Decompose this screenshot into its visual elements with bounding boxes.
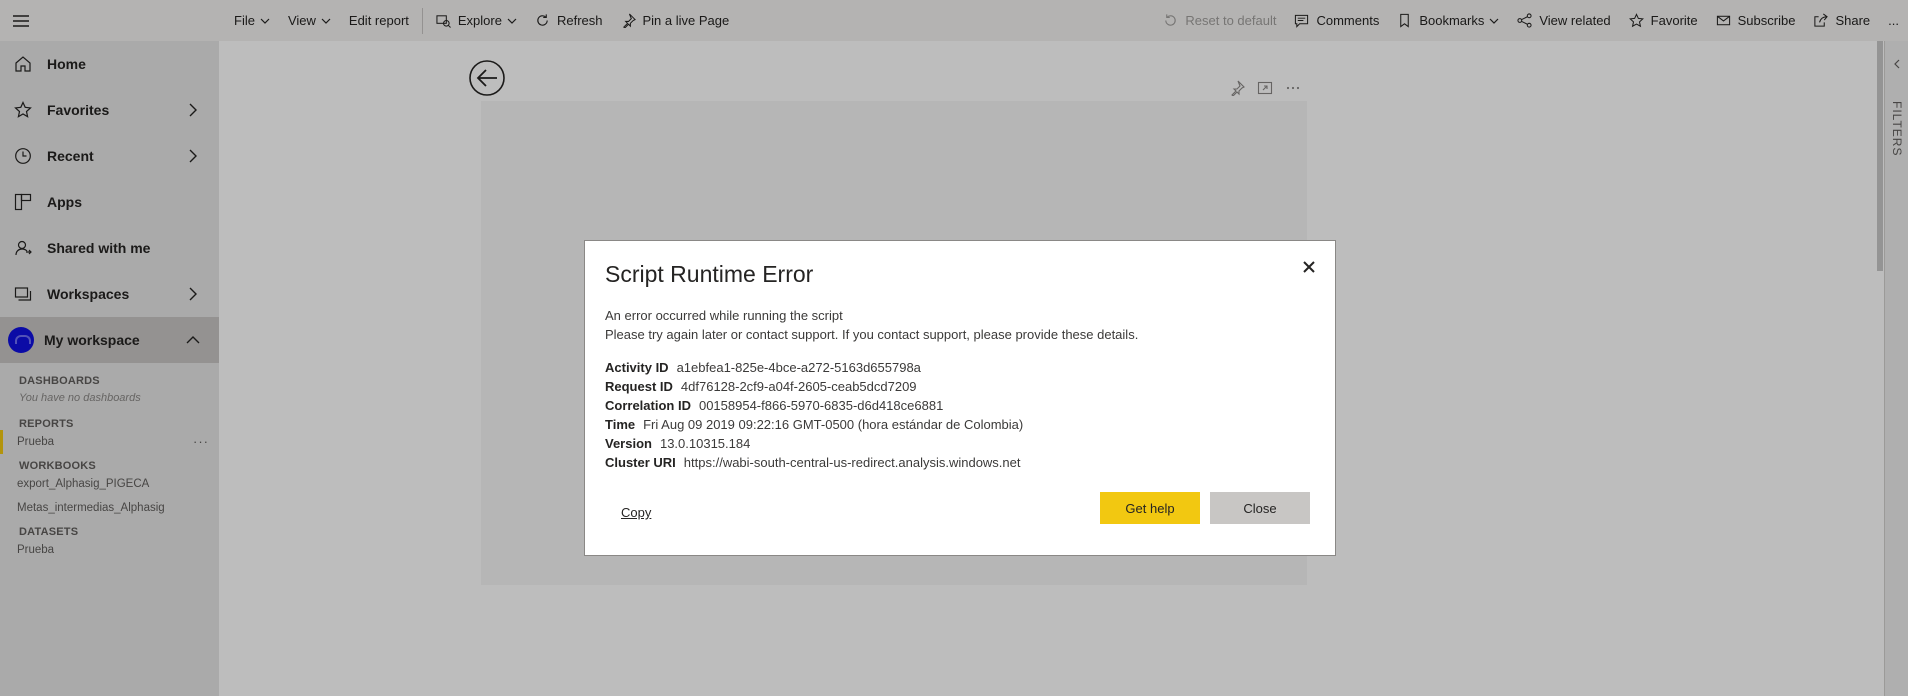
copy-link[interactable]: Copy	[621, 505, 651, 520]
detail-row-version: Version 13.0.10315.184	[605, 434, 1315, 453]
detail-row-cluster-uri: Cluster URI https://wabi-south-central-us…	[605, 453, 1315, 472]
dialog-message: An error occurred while running the scri…	[605, 306, 1315, 344]
close-icon[interactable]	[1301, 259, 1317, 275]
dialog-footer: Copy Get help Close	[585, 485, 1335, 555]
close-button[interactable]: Close	[1210, 492, 1310, 524]
detail-value: 4df76128-2cf9-a04f-2605-ceab5dcd7209	[680, 379, 917, 394]
detail-label: Correlation ID	[605, 398, 691, 413]
error-details: Activity ID a1ebfea1-825e-4bce-a272-5163d…	[605, 358, 1315, 472]
detail-row-request-id: Request ID 4df76128-2cf9-a04f-2605-ceab5d…	[605, 377, 1315, 396]
detail-value: 13.0.10315.184	[659, 436, 751, 451]
detail-label: Cluster URI	[605, 455, 676, 470]
dialog-message-line-1: An error occurred while running the scri…	[605, 308, 843, 323]
get-help-button[interactable]: Get help	[1100, 492, 1200, 524]
detail-label: Time	[605, 417, 636, 432]
detail-value: 00158954-f866-5970-6835-d6d418ce6881	[698, 398, 944, 413]
detail-row-activity-id: Activity ID a1ebfea1-825e-4bce-a272-5163d…	[605, 358, 1315, 377]
detail-label: Activity ID	[605, 360, 669, 375]
detail-row-correlation-id: Correlation ID 00158954-f866-5970-6835-d6…	[605, 396, 1315, 415]
detail-label: Version	[605, 436, 652, 451]
detail-value: Fri Aug 09 2019 09:22:16 GMT-0500 (hora …	[643, 417, 1024, 432]
script-runtime-error-dialog: Script Runtime Error An error occurred w…	[584, 240, 1336, 556]
dialog-title: Script Runtime Error	[605, 261, 814, 287]
detail-row-time: Time Fri Aug 09 2019 09:22:16 GMT-0500 (h…	[605, 415, 1315, 434]
detail-label: Request ID	[605, 379, 673, 394]
dialog-message-line-2: Please try again later or contact suppor…	[605, 327, 1139, 342]
detail-value: a1ebfea1-825e-4bce-a272-5163d655798a	[676, 360, 921, 375]
detail-value: https://wabi-south-central-us-redirect.a…	[683, 455, 1021, 470]
